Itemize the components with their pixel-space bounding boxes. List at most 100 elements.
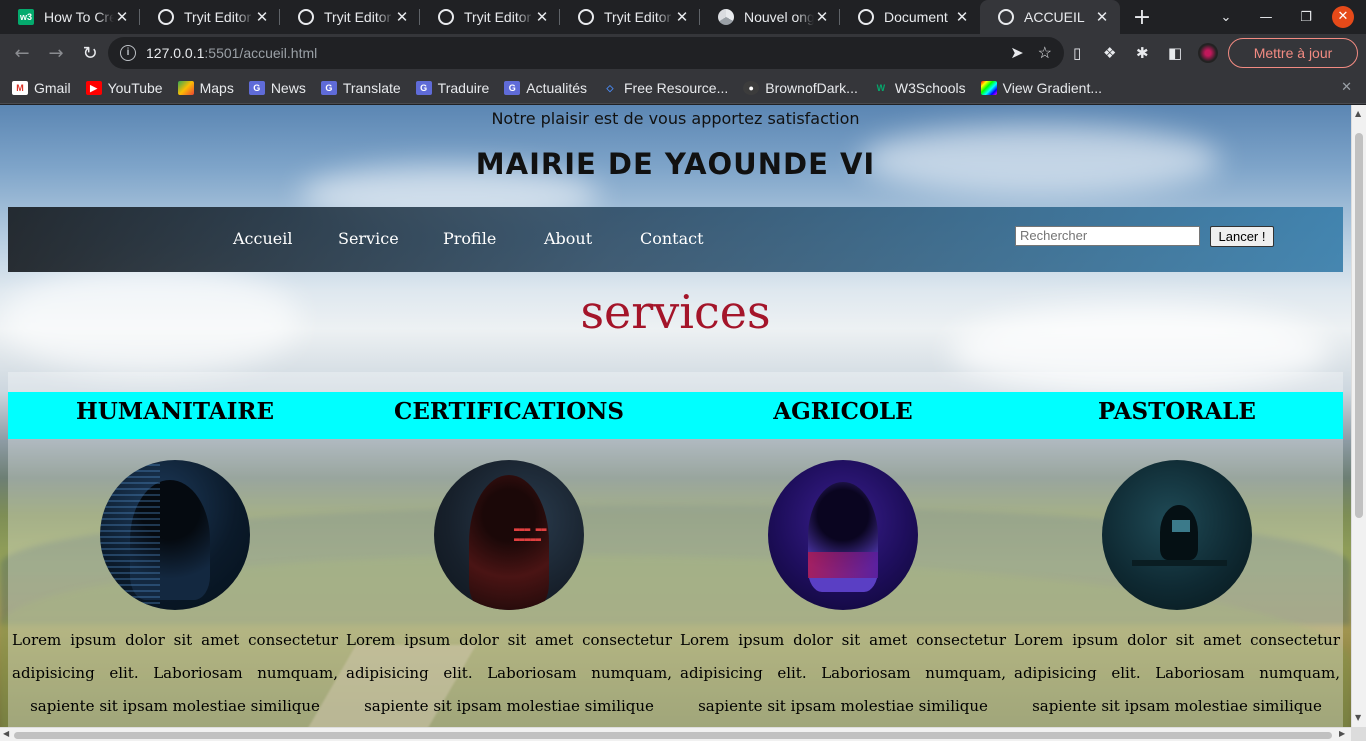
w3schools-icon: W — [876, 82, 886, 93]
forward-icon[interactable]: → — [40, 37, 72, 69]
maximize-icon[interactable]: ❐ — [1286, 10, 1326, 25]
scroll-up-icon[interactable]: ▲ — [1355, 109, 1361, 118]
bookmark-gmail[interactable]: M Gmail — [12, 80, 71, 96]
close-tab-icon[interactable]: ✕ — [114, 8, 130, 26]
back-icon[interactable]: ← — [6, 37, 38, 69]
extensions-puzzle-icon[interactable]: ✱ — [1136, 34, 1149, 72]
bookmark-label: News — [270, 79, 306, 96]
service-image — [1102, 460, 1252, 610]
scrollbar-corner — [1351, 727, 1366, 741]
translate-icon: G — [320, 80, 337, 95]
scrollbar-thumb[interactable] — [1355, 133, 1363, 518]
side-panel-icon[interactable]: ◧ — [1168, 34, 1182, 72]
search-input[interactable]: Rechercher — [1015, 226, 1200, 246]
resource-icon: ◇ — [606, 82, 614, 93]
bookmark-label: Traduire — [437, 79, 490, 96]
bookmark-label: Translate — [342, 79, 401, 96]
site-info-icon[interactable]: i — [120, 45, 136, 61]
nav-link-about[interactable]: About — [544, 229, 592, 248]
bookmark-actualites[interactable]: G Actualités — [504, 80, 587, 96]
service-image — [100, 460, 250, 610]
url-path: :5501/accueil.html — [204, 45, 318, 61]
url-host: 127.0.0.1 — [146, 45, 205, 61]
address-bar[interactable]: i 127.0.0.1:5501/accueil.html ➤ ☆ — [108, 37, 1064, 69]
bookmark-label: Actualités — [526, 79, 587, 96]
scrollbar-thumb[interactable] — [14, 732, 1332, 739]
tab-title: Document — [884, 9, 948, 25]
bookmark-label: Gmail — [34, 79, 71, 96]
tab-title: How To Cre — [44, 9, 114, 25]
close-tab-icon[interactable]: ✕ — [394, 8, 410, 26]
avatar[interactable] — [1198, 34, 1218, 72]
bookmark-w3schools[interactable]: W W3Schools — [873, 80, 966, 96]
globe-icon — [578, 9, 594, 25]
window-close-icon[interactable]: ✕ — [1332, 6, 1354, 28]
site-nav: Accueil Service Profile About Contact Re… — [8, 207, 1343, 272]
close-tab-icon[interactable]: ✕ — [534, 8, 550, 26]
update-button[interactable]: Mettre à jour — [1228, 38, 1358, 68]
extension-grid-icon[interactable]: ❖ — [1103, 34, 1116, 72]
tab[interactable]: Document ✕ — [840, 0, 980, 34]
reload-icon[interactable]: ↻ — [74, 37, 106, 69]
tab[interactable]: Nouvel ong ✕ — [700, 0, 840, 34]
horizontal-scrollbar[interactable]: ◀ ▶ — [0, 727, 1351, 741]
service-card-certifications: CERTIFICATIONS ▬▬▬ ▬▬ ▬▬▬▬▬ Lorem ipsum d… — [342, 372, 676, 727]
service-heading: PASTORALE — [1098, 398, 1256, 425]
scroll-left-icon[interactable]: ◀ — [3, 729, 9, 738]
globe-icon — [438, 9, 454, 25]
window-controls: ⌄ — ❐ ✕ — [1206, 0, 1366, 34]
service-description: Lorem ipsum dolor sit amet consectetur a… — [680, 631, 1006, 715]
tab-title: Tryit Editor — [184, 9, 252, 25]
service-card-pastorale: PASTORALE Lorem ipsum dolor sit amet con… — [1010, 372, 1344, 727]
tab-title: Tryit Editor — [604, 9, 672, 25]
bookmark-news[interactable]: G News — [248, 79, 306, 96]
bookmark-label: Maps — [199, 79, 234, 96]
search-button[interactable]: Lancer ! — [1210, 226, 1274, 247]
youtube-icon: ▶ — [85, 80, 102, 95]
scroll-down-icon[interactable]: ▼ — [1355, 713, 1361, 722]
tab-active[interactable]: ACCUEIL ✕ — [980, 0, 1120, 34]
github-icon: ● — [743, 80, 760, 95]
new-tab-icon[interactable]: + — [1120, 0, 1164, 34]
bookmarks-overflow-icon[interactable]: ✕ — [1341, 80, 1352, 95]
close-tab-icon[interactable]: ✕ — [814, 8, 830, 26]
tab[interactable]: Tryit Editor ✕ — [420, 0, 560, 34]
bookmark-label: Free Resource... — [624, 79, 729, 96]
bookmark-youtube[interactable]: ▶ YouTube — [85, 80, 163, 96]
bookmark-star-icon[interactable]: ☆ — [1038, 43, 1052, 63]
bookmark-maps[interactable]: Maps — [177, 79, 234, 96]
maps-icon — [177, 80, 194, 95]
bookmark-github[interactable]: ● BrownofDark... — [743, 80, 858, 96]
close-tab-icon[interactable]: ✕ — [954, 8, 970, 26]
bookmark-traduire[interactable]: G Traduire — [415, 79, 490, 96]
close-tab-icon[interactable]: ✕ — [674, 8, 690, 26]
vertical-scrollbar[interactable]: ▲ ▼ — [1351, 105, 1366, 727]
nav-link-profile[interactable]: Profile — [443, 229, 496, 248]
tab[interactable]: Tryit Editor ✕ — [280, 0, 420, 34]
tab[interactable]: w3 How To Cre ✕ — [0, 0, 140, 34]
nav-link-service[interactable]: Service — [338, 229, 399, 248]
service-heading: AGRICOLE — [773, 398, 913, 425]
close-tab-icon[interactable]: ✕ — [1094, 8, 1110, 26]
service-heading: HUMANITAIRE — [76, 398, 274, 425]
tab-title: Tryit Editor — [464, 9, 532, 25]
tab[interactable]: Tryit Editor ✕ — [560, 0, 700, 34]
service-image — [768, 460, 918, 610]
bookmark-translate[interactable]: G Translate — [320, 79, 401, 96]
tab-search-icon[interactable]: ⌄ — [1206, 10, 1246, 25]
minimize-icon[interactable]: — — [1246, 10, 1286, 25]
bookmark-gradient[interactable]: View Gradient... — [980, 79, 1103, 96]
tab[interactable]: Tryit Editor ✕ — [140, 0, 280, 34]
close-tab-icon[interactable]: ✕ — [254, 8, 270, 26]
tab-title: Nouvel ong — [744, 9, 814, 25]
service-image: ▬▬▬ ▬▬ ▬▬▬▬▬ — [434, 460, 584, 610]
send-icon[interactable]: ➤ — [1010, 43, 1023, 63]
scroll-right-icon[interactable]: ▶ — [1339, 729, 1345, 738]
bookmark-label: View Gradient... — [1002, 79, 1103, 96]
globe-icon — [998, 9, 1014, 25]
news-icon: G — [248, 80, 265, 95]
bookmark-free-resource[interactable]: ◇ Free Resource... — [602, 79, 729, 96]
nav-link-contact[interactable]: Contact — [640, 229, 704, 248]
mobile-icon[interactable]: ▯ — [1073, 34, 1081, 72]
nav-link-accueil[interactable]: Accueil — [233, 229, 292, 248]
